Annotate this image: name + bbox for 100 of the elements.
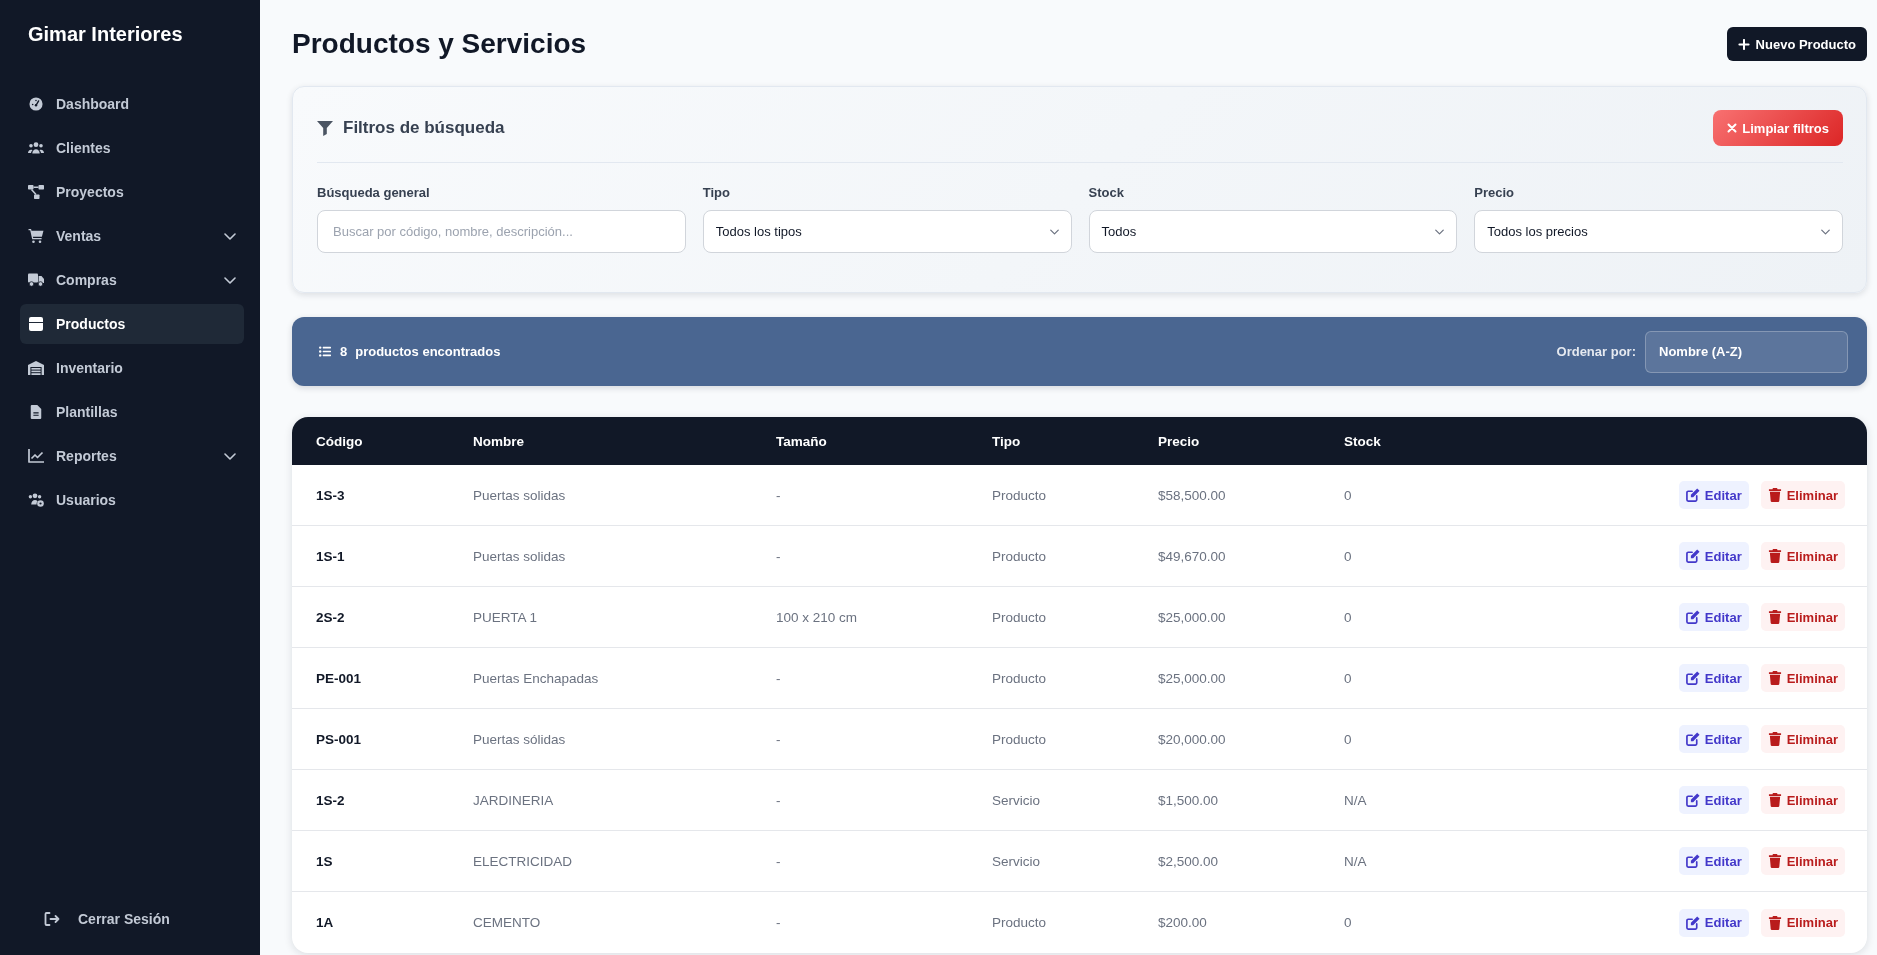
nav-item[interactable]: Dashboard — [20, 84, 244, 124]
cart-icon — [28, 229, 44, 243]
table-cell-text: 100 x 210 cm — [776, 609, 859, 625]
field-label: Búsqueda general — [317, 185, 431, 201]
column-header: Tipo — [992, 433, 1022, 449]
table-cell-text: Producto — [992, 609, 1048, 625]
table-cell-text: $2,500.00 — [1158, 853, 1220, 869]
chevron-down-icon — [1049, 228, 1059, 235]
table-cell-text: Producto — [992, 670, 1048, 686]
nav-item[interactable]: Productos — [20, 304, 244, 344]
table-cell-text: - — [776, 792, 782, 808]
line-chart-icon — [28, 449, 44, 463]
trash-icon — [1767, 610, 1782, 624]
clear-filters-button[interactable]: Limpiar filtros — [1713, 110, 1843, 146]
close-icon — [1727, 123, 1738, 133]
result-label: productos encontrados — [355, 344, 501, 359]
edit-icon — [1685, 549, 1700, 563]
table-cell-text: 0 — [1344, 670, 1353, 686]
column-header: Stock — [1344, 433, 1382, 449]
select-field[interactable]: Todos los tipos — [702, 210, 1072, 253]
table-cell-text: PS-001 — [316, 731, 363, 747]
table-cell-text: 0 — [1344, 487, 1353, 503]
table-cell-text: 1S-2 — [316, 792, 346, 808]
table-cell-text: 0 — [1344, 731, 1353, 747]
diagram-icon — [28, 185, 44, 199]
table-cell-text: ELECTRICIDAD — [473, 853, 573, 869]
nav-item[interactable]: Ventas — [20, 216, 244, 256]
table-cell-text: Servicio — [992, 853, 1041, 869]
table-cell-text: $1,500.00 — [1158, 792, 1220, 808]
chevron-down-icon — [1821, 228, 1830, 235]
sort-label: Ordenar por: — [1556, 344, 1636, 359]
edit-button[interactable]: Editar — [1678, 664, 1749, 692]
table-cell-text: PE-001 — [316, 670, 363, 686]
edit-icon — [1685, 793, 1700, 807]
box-icon — [28, 317, 44, 331]
select-field[interactable]: Todos los precios — [1474, 210, 1843, 253]
edit-icon — [1685, 732, 1700, 746]
delete-button[interactable]: Eliminar — [1760, 603, 1845, 631]
table-cell-text: $58,500.00 — [1158, 487, 1227, 503]
filter-icon — [317, 120, 333, 136]
gauge-icon — [28, 97, 44, 111]
delete-button[interactable]: Eliminar — [1760, 542, 1845, 570]
edit-button[interactable]: Editar — [1678, 542, 1749, 570]
search-field[interactable]: Buscar por código, nombre, descripción... — [317, 210, 686, 253]
table-cell-text: - — [776, 670, 782, 686]
trash-icon — [1767, 488, 1782, 502]
edit-button[interactable]: Editar — [1678, 908, 1749, 937]
plus-icon — [1737, 38, 1750, 50]
delete-button[interactable]: Eliminar — [1760, 664, 1845, 692]
table-cell-text: JARDINERIA — [473, 792, 555, 808]
chevron-down-icon — [224, 232, 236, 240]
field-label: Stock — [1088, 185, 1125, 201]
edit-icon — [1685, 488, 1700, 502]
table-cell-text: $25,000.00 — [1158, 670, 1227, 686]
trash-icon — [1767, 732, 1782, 746]
nav-item[interactable]: Reportes — [20, 436, 244, 476]
truck-icon — [28, 273, 44, 287]
new-product-button[interactable]: Nuevo Producto — [1726, 27, 1867, 61]
nav-item[interactable]: Inventario — [20, 348, 244, 388]
table-cell-text: 1S-3 — [316, 487, 346, 503]
nav-item[interactable]: Usuarios — [20, 480, 244, 520]
trash-icon — [1767, 671, 1782, 685]
chevron-down-icon — [224, 452, 236, 460]
trash-icon — [1767, 549, 1782, 563]
table-cell-text: Puertas solidas — [473, 487, 567, 503]
table-cell-text: 0 — [1344, 548, 1353, 564]
nav-item[interactable]: Compras — [20, 260, 244, 300]
edit-button[interactable]: Editar — [1678, 847, 1749, 875]
table-cell-text: Producto — [992, 487, 1048, 503]
table-cell-text: CEMENTO — [473, 915, 542, 930]
users-icon — [28, 141, 44, 155]
trash-icon — [1767, 854, 1782, 868]
chevron-down-icon — [1435, 228, 1445, 235]
delete-button[interactable]: Eliminar — [1760, 908, 1845, 937]
table-cell-text: 1S — [316, 853, 334, 869]
delete-button[interactable]: Eliminar — [1760, 847, 1845, 875]
table-cell-text: Producto — [992, 731, 1048, 747]
nav-item[interactable]: Clientes — [20, 128, 244, 168]
edit-icon — [1685, 854, 1700, 868]
filter-title: Filtros de búsqueda — [343, 118, 505, 138]
table-cell-text: 2S-2 — [316, 609, 346, 625]
trash-icon — [1767, 915, 1782, 930]
table-cell-text: 0 — [1344, 915, 1353, 930]
table-cell-text: Producto — [992, 548, 1048, 564]
edit-button[interactable]: Editar — [1678, 725, 1749, 753]
logout-button[interactable]: Cerrar Sesión — [20, 899, 244, 939]
select-field[interactable]: Todos — [1088, 210, 1458, 253]
delete-button[interactable]: Eliminar — [1760, 786, 1845, 814]
edit-button[interactable]: Editar — [1678, 481, 1749, 509]
nav-item[interactable]: Proyectos — [20, 172, 244, 212]
edit-button[interactable]: Editar — [1678, 603, 1749, 631]
column-header: Precio — [1158, 433, 1201, 449]
delete-button[interactable]: Eliminar — [1760, 725, 1845, 753]
edit-button[interactable]: Editar — [1678, 786, 1749, 814]
delete-button[interactable]: Eliminar — [1760, 481, 1845, 509]
table-cell-text: $49,670.00 — [1158, 548, 1227, 564]
page-title: Productos y Servicios — [292, 28, 587, 60]
nav-item[interactable]: Plantillas — [20, 392, 244, 432]
table-cell-text: N/A — [1344, 853, 1368, 869]
sort-select[interactable]: Nombre (A-Z) — [1645, 330, 1848, 373]
